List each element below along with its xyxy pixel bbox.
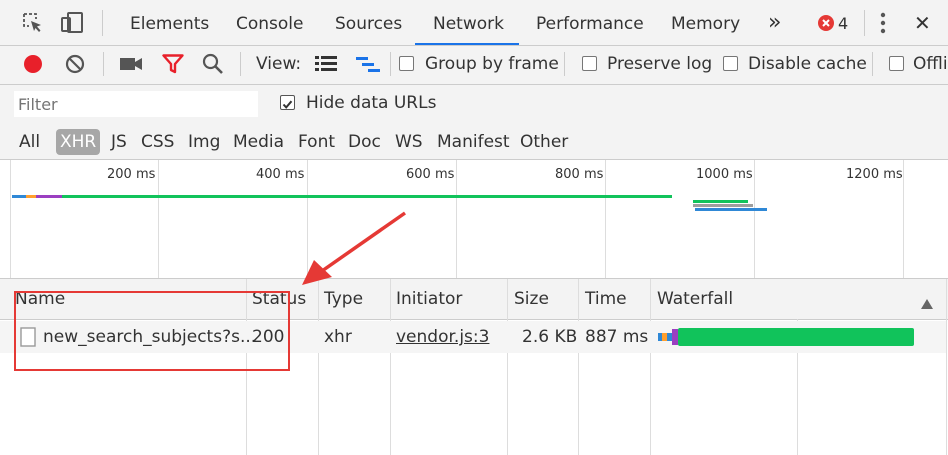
request-size: 2.6 KB [522, 327, 578, 347]
request-time: 887 ms [585, 327, 649, 347]
type-filter-doc[interactable]: Doc [348, 129, 381, 155]
hide-data-urls-checkbox[interactable] [280, 95, 295, 110]
type-filter-img[interactable]: Img [188, 129, 220, 155]
clear-icon[interactable] [65, 54, 85, 74]
overview-request-bar [693, 200, 748, 203]
request-type: xhr [324, 327, 352, 347]
waterfall-bar[interactable] [658, 328, 915, 346]
close-devtools-button[interactable]: ✕ [914, 0, 931, 45]
request-initiator-link[interactable]: vendor.js:3 [396, 322, 489, 352]
offline-label: Offli [913, 54, 948, 74]
preserve-log-checkbox[interactable] [582, 56, 597, 71]
error-count[interactable]: 4 [838, 0, 848, 45]
disable-cache-label: Disable cache [748, 54, 867, 74]
request-table: Name Status Type Initiator Size Time Wat… [0, 279, 948, 455]
tab-console[interactable]: Console [236, 0, 304, 45]
type-filter-font[interactable]: Font [298, 129, 335, 155]
type-filter-media[interactable]: Media [233, 129, 284, 155]
tab-network[interactable]: Network [433, 0, 504, 45]
overview-tick-label: 1200 ms [846, 167, 903, 182]
offline-checkbox[interactable] [889, 56, 904, 71]
inspect-element-icon[interactable] [22, 12, 44, 34]
hide-data-urls-label: Hide data URLs [306, 93, 437, 113]
tab-elements[interactable]: Elements [130, 0, 209, 45]
column-header-size[interactable]: Size [514, 279, 549, 319]
group-by-frame-label: Group by frame [425, 54, 559, 74]
active-tab-indicator [415, 43, 519, 45]
type-filter-xhr[interactable]: XHR [56, 129, 101, 155]
annotation-arrow [302, 211, 407, 285]
type-filter-manifest[interactable]: Manifest [437, 129, 510, 155]
show-overview-icon[interactable] [356, 56, 380, 74]
overview-tick-label: 400 ms [256, 167, 305, 182]
filter-bar: Hide data URLs [0, 85, 948, 123]
tab-memory[interactable]: Memory [671, 0, 740, 45]
type-filter-js[interactable]: JS [111, 129, 127, 155]
type-filter-ws[interactable]: WS [395, 129, 423, 155]
overview-tick-label: 600 ms [406, 167, 455, 182]
type-filter-all[interactable]: All [19, 129, 40, 155]
more-tabs-button[interactable]: » [768, 0, 781, 45]
view-label: View: [256, 54, 302, 74]
device-toolbar-icon[interactable] [60, 11, 84, 35]
record-button-icon[interactable] [24, 55, 42, 73]
screenshot-camera-icon[interactable] [120, 56, 144, 72]
column-header-time[interactable]: Time [585, 279, 627, 319]
search-icon[interactable] [202, 53, 224, 75]
filter-input[interactable] [14, 91, 258, 117]
sort-ascending-icon [921, 294, 933, 309]
type-filter-other[interactable]: Other [520, 129, 568, 155]
devtools-tab-bar: Elements Console Sources Network Perform… [0, 0, 948, 46]
overview-tick-label: 1000 ms [696, 167, 753, 182]
overview-request-bar [695, 208, 767, 211]
more-options-icon[interactable] [880, 12, 886, 34]
column-header-waterfall[interactable]: Waterfall [657, 279, 733, 319]
overview-request-bar [693, 204, 753, 207]
network-overview[interactable]: 200 ms 400 ms 600 ms 800 ms 1000 ms 1200… [0, 160, 948, 279]
tab-sources[interactable]: Sources [335, 0, 402, 45]
group-by-frame-checkbox[interactable] [399, 56, 414, 71]
type-filter-css[interactable]: CSS [141, 129, 174, 155]
overview-tick-label: 800 ms [555, 167, 604, 182]
overview-request-bar [12, 195, 672, 198]
filter-icon[interactable] [162, 54, 184, 74]
disable-cache-checkbox[interactable] [723, 56, 738, 71]
preserve-log-label: Preserve log [607, 54, 713, 74]
overview-tick-label: 200 ms [107, 167, 156, 182]
error-icon[interactable] [818, 15, 834, 31]
highlight-annotation-box [14, 291, 290, 371]
tab-performance[interactable]: Performance [536, 0, 644, 45]
resource-type-filters: All XHR JS CSS Img Media Font Doc WS Man… [0, 123, 948, 160]
large-request-rows-icon[interactable] [315, 56, 337, 72]
network-toolbar: View: Group by frame Preserve log Disabl… [0, 46, 948, 85]
